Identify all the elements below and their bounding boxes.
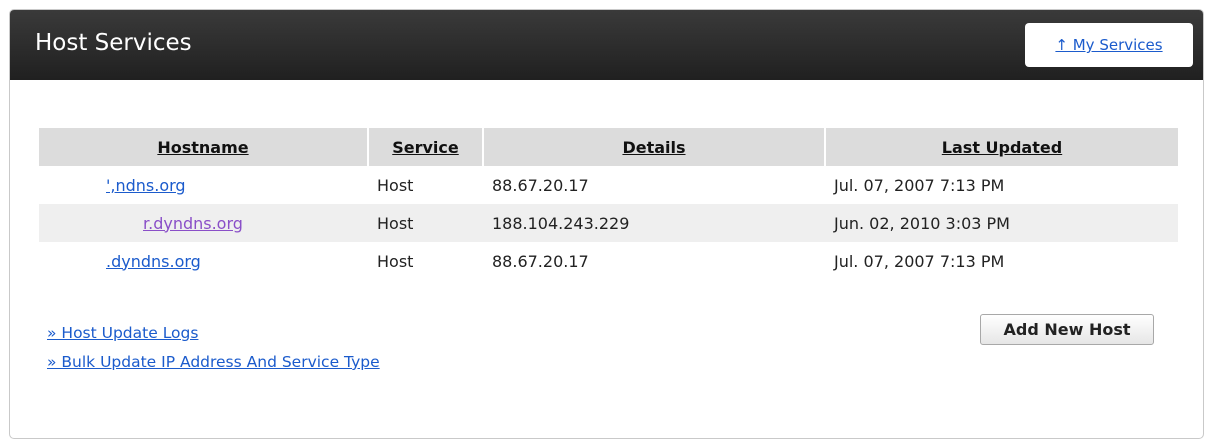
table-header-row: Hostname Service Details Last Updated <box>39 128 1178 166</box>
hostname-cell: ',ndns.org <box>39 166 368 204</box>
table-row: .dyndns.org Host 88.67.20.17 Jul. 07, 20… <box>39 242 1178 280</box>
hosts-table: Hostname Service Details Last Updated ',… <box>38 128 1178 280</box>
last-updated-cell: Jul. 07, 2007 7:13 PM <box>834 175 1005 195</box>
hostname-cell: r.dyndns.org <box>39 204 368 242</box>
hostname-link[interactable]: r.dyndns.org <box>143 214 243 233</box>
details-cell: 188.104.243.229 <box>483 204 825 242</box>
page-title: Host Services <box>35 30 192 56</box>
my-services-box: ↑ My Services <box>1025 23 1193 67</box>
footer-links: » Host Update Logs » Bulk Update IP Addr… <box>47 319 380 377</box>
last-updated-cell: Jun. 02, 2010 3:03 PM <box>825 204 1178 242</box>
panel-header: Host Services ↑ My Services <box>10 10 1203 80</box>
details-cell: 88.67.20.17 <box>492 251 589 271</box>
service-cell: Host <box>377 175 414 195</box>
table-row: r.dyndns.org Host 188.104.243.229 Jun. 0… <box>39 204 1178 242</box>
hostname-link[interactable]: .dyndns.org <box>106 252 201 271</box>
hostname-link[interactable]: ',ndns.org <box>106 176 186 195</box>
service-cell: Host <box>368 204 483 242</box>
column-header-details[interactable]: Details <box>482 128 825 166</box>
last-updated-cell: Jul. 07, 2007 7:13 PM <box>834 251 1005 271</box>
add-new-host-button[interactable]: Add New Host <box>980 314 1154 345</box>
hostname-cell: .dyndns.org <box>39 242 368 280</box>
column-header-service[interactable]: Service <box>367 128 483 166</box>
details-cell: 88.67.20.17 <box>492 175 589 195</box>
column-header-last-updated[interactable]: Last Updated <box>824 128 1178 166</box>
column-header-hostname[interactable]: Hostname <box>39 128 368 166</box>
bulk-update-link[interactable]: » Bulk Update IP Address And Service Typ… <box>47 353 380 371</box>
my-services-link[interactable]: ↑ My Services <box>1055 36 1162 54</box>
table-row: ',ndns.org Host 88.67.20.17 Jul. 07, 200… <box>39 166 1178 204</box>
service-cell: Host <box>377 251 414 271</box>
host-update-logs-link[interactable]: » Host Update Logs <box>47 324 198 342</box>
host-services-panel: Host Services ↑ My Services Hostname Ser… <box>9 9 1204 439</box>
